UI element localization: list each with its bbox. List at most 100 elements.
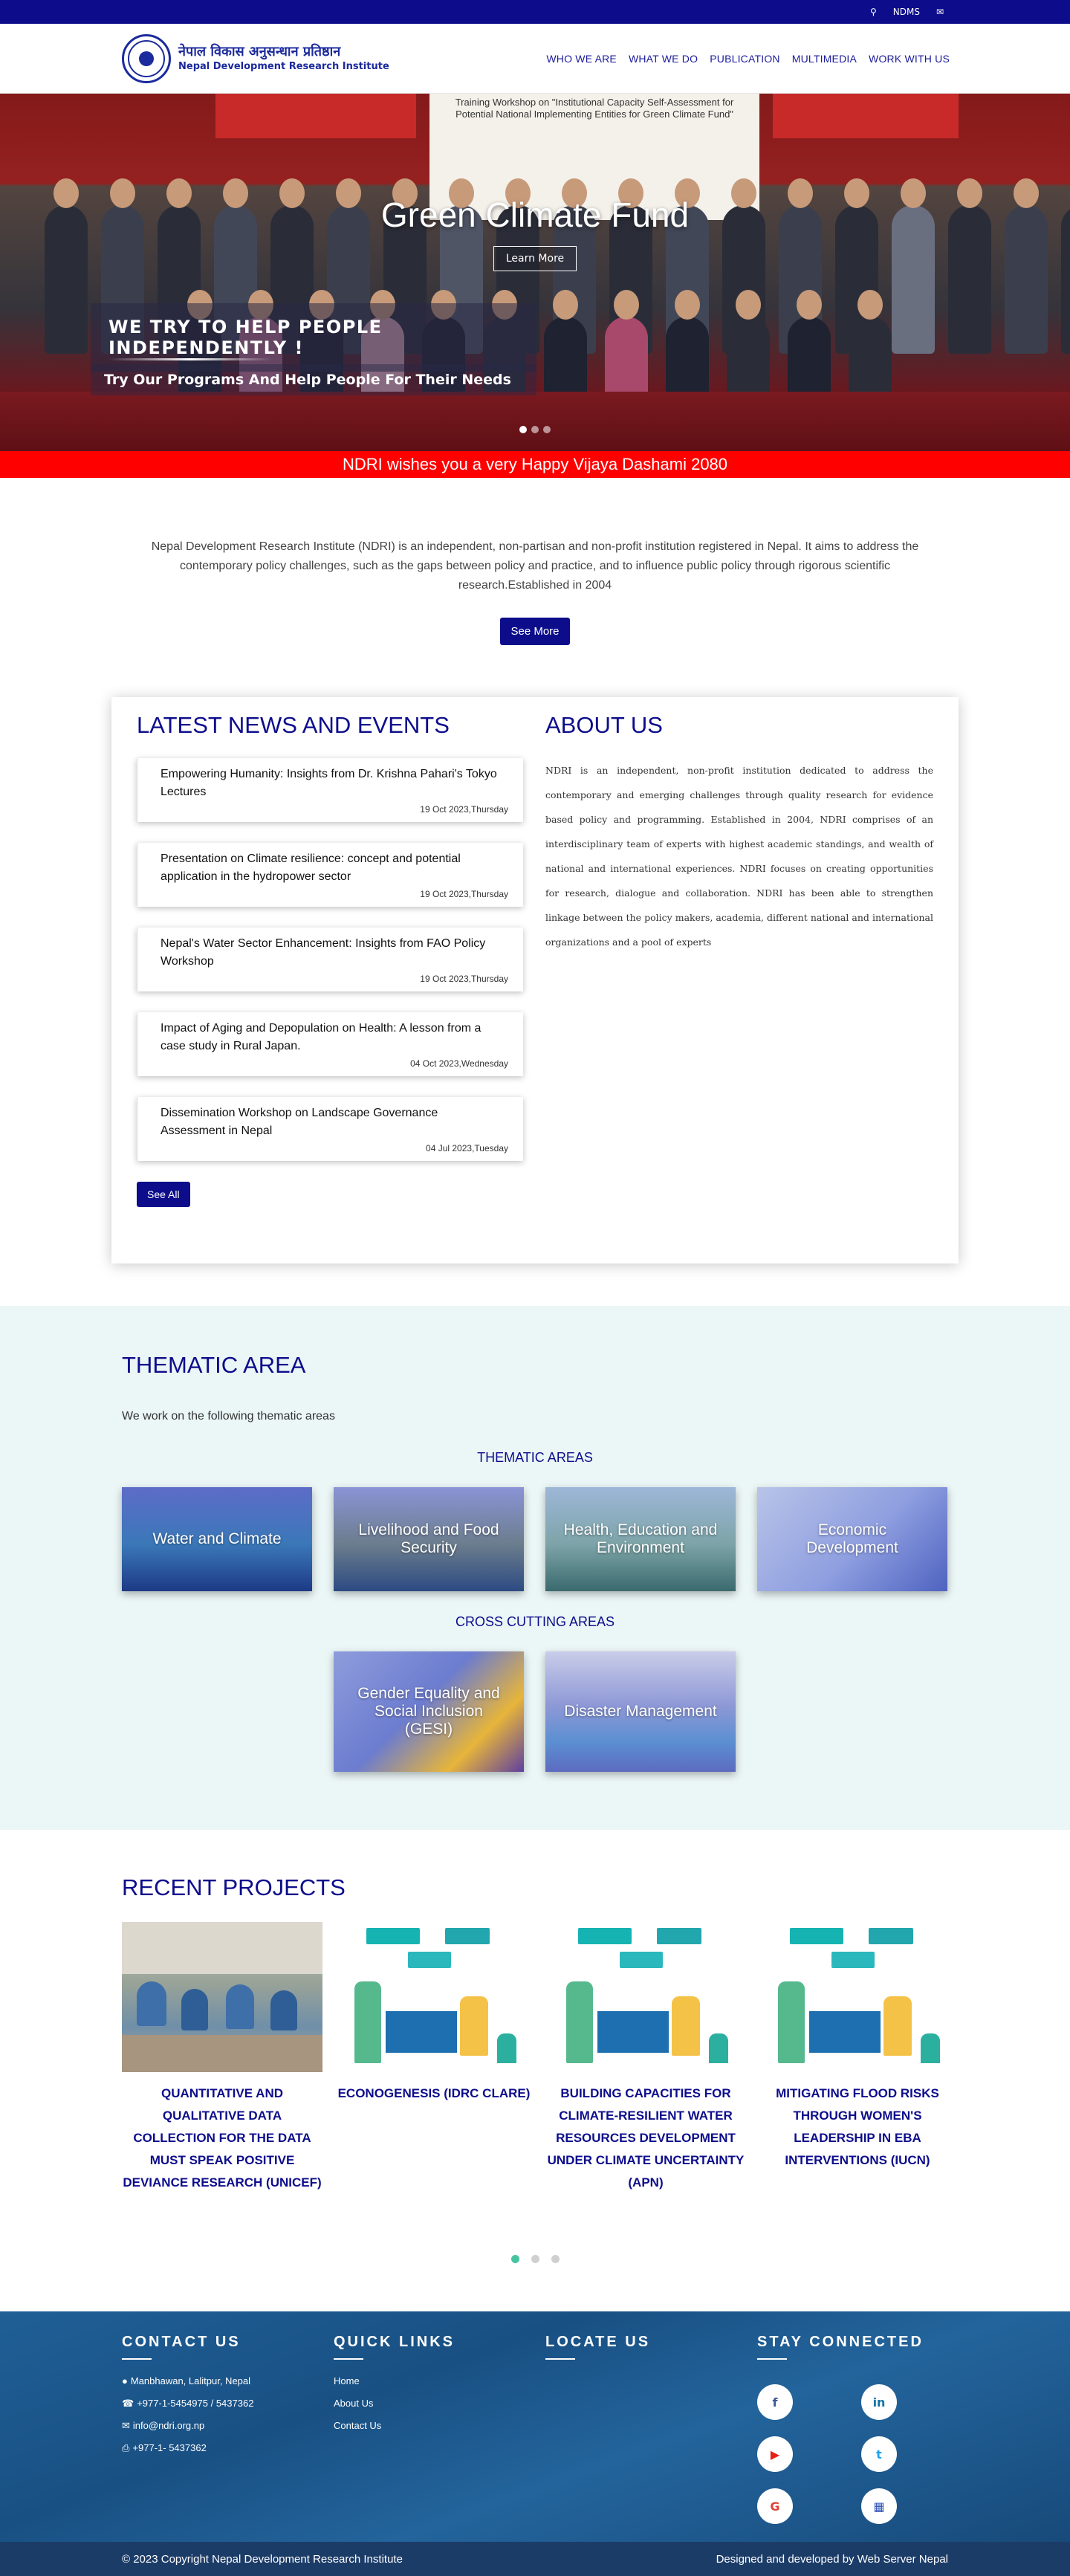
thematic-tile-disaster[interactable]: Disaster Management <box>545 1651 736 1772</box>
thematic-subtitle: We work on the following thematic areas <box>122 1410 335 1423</box>
news-about-card: LATEST NEWS AND EVENTS Empowering Humani… <box>111 697 959 1263</box>
hero-divider <box>108 358 272 360</box>
mail-icon[interactable]: ✉ <box>936 7 944 17</box>
carousel-dot[interactable] <box>531 426 539 433</box>
hero-title: Green Climate Fund <box>380 195 690 234</box>
footer-phone[interactable]: +977-1-5454975 / 5437362 <box>137 2392 253 2415</box>
about-section: ABOUT US NDRI is an independent, non-pro… <box>545 712 933 954</box>
project-illustration[interactable] <box>757 1922 958 2072</box>
project-card[interactable]: ECONOGENESIS (IDRC CLARE) <box>334 1922 534 2105</box>
nav-multimedia[interactable]: MULTIMEDIA <box>792 53 857 65</box>
top-utility-bar: ⚲ NDMS ✉ <box>0 0 1070 24</box>
thematic-tile-gesi[interactable]: Gender Equality and Social Inclusion (GE… <box>334 1651 524 1772</box>
footer-fax: +977-1- 5437362 <box>132 2442 207 2453</box>
hero-workshop-banner-text: Training Workshop on "Institutional Capa… <box>455 97 734 120</box>
linkedin-icon[interactable]: in <box>861 2384 897 2420</box>
envelope-icon: ✉ <box>122 2420 130 2431</box>
project-illustration[interactable] <box>334 1922 534 2072</box>
footer-link-contact[interactable]: Contact Us <box>334 2415 455 2437</box>
projects-carousel-indicators <box>0 2255 1070 2263</box>
latest-news-section: LATEST NEWS AND EVENTS Empowering Humani… <box>137 712 523 1207</box>
developer-credit[interactable]: Designed and developed by Web Server Nep… <box>716 2553 948 2566</box>
footer-links-title: QUICK LINKS <box>334 2334 455 2350</box>
news-item[interactable]: Nepal's Water Sector Enhancement: Insigh… <box>137 928 523 991</box>
see-all-news-button[interactable]: See All <box>137 1182 190 1207</box>
footer-locate-us: LOCATE US <box>545 2334 650 2370</box>
hero-subheading: Try Our Programs And Help People For The… <box>91 364 536 395</box>
footer-email[interactable]: info@ndri.org.np <box>133 2415 204 2437</box>
news-item-title[interactable]: Nepal's Water Sector Enhancement: Insigh… <box>160 935 501 971</box>
project-card[interactable]: QUANTITATIVE AND QUALITATIVE DATA COLLEC… <box>122 1922 322 2194</box>
thematic-tile-health-education[interactable]: Health, Education and Environment <box>545 1487 736 1591</box>
news-item[interactable]: Dissemination Workshop on Landscape Gove… <box>137 1097 523 1161</box>
hero-backdrop-panel <box>773 94 959 138</box>
footer-link-home[interactable]: Home <box>334 2370 455 2392</box>
logo-english-name: Nepal Development Research Institute <box>178 60 389 72</box>
news-list: Empowering Humanity: Insights from Dr. K… <box>137 758 523 1161</box>
carousel-dot[interactable] <box>531 2255 539 2263</box>
news-item[interactable]: Presentation on Climate resilience: conc… <box>137 843 523 907</box>
about-text: NDRI is an independent, non-profit insti… <box>545 765 933 948</box>
site-logo[interactable]: नेपाल विकास अनुसन्धान प्रतिष्ठान Nepal D… <box>122 33 389 83</box>
hero-carousel-indicators <box>0 426 1070 433</box>
projects-title: RECENT PROJECTS <box>122 1874 346 1900</box>
news-item[interactable]: Empowering Humanity: Insights from Dr. K… <box>137 758 523 822</box>
recent-projects-section: RECENT PROJECTS QUANTITATIVE AND QUALITA… <box>0 1830 1070 2311</box>
project-photo[interactable] <box>122 1922 322 2072</box>
footer-bottom-bar: © 2023 Copyright Nepal Development Resea… <box>0 2542 1070 2576</box>
logo-text: नेपाल विकास अनुसन्धान प्रतिष्ठान Nepal D… <box>178 44 389 73</box>
about-title: ABOUT US <box>545 712 663 738</box>
project-title[interactable]: QUANTITATIVE AND QUALITATIVE DATA COLLEC… <box>122 2083 322 2194</box>
hero-heading: WE TRY TO HELP PEOPLE INDEPENDENTLY ! <box>91 303 536 372</box>
project-title[interactable]: BUILDING CAPACITIES FOR CLIMATE-RESILIEN… <box>545 2083 746 2194</box>
news-item-title[interactable]: Impact of Aging and Depopulation on Heal… <box>160 1020 501 1055</box>
nav-what-we-do[interactable]: WHAT WE DO <box>629 53 698 65</box>
google-icon[interactable]: G <box>757 2488 793 2524</box>
carousel-dot[interactable] <box>510 2255 519 2263</box>
hero-learn-more-button[interactable]: Learn More <box>493 246 577 271</box>
hero-photo-chairs <box>0 392 1070 451</box>
microsoft-icon[interactable]: ▦ <box>861 2488 897 2524</box>
thematic-area-section: THEMATIC AREA We work on the following t… <box>0 1306 1070 1830</box>
cross-cutting-heading: CROSS CUTTING AREAS <box>455 1614 615 1629</box>
search-icon[interactable]: ⚲ <box>870 7 877 17</box>
project-title[interactable]: ECONOGENESIS (IDRC CLARE) <box>334 2083 534 2105</box>
site-header: नेपाल विकास अनुसन्धान प्रतिष्ठान Nepal D… <box>0 24 1070 94</box>
project-card[interactable]: BUILDING CAPACITIES FOR CLIMATE-RESILIEN… <box>545 1922 746 2194</box>
nav-publication[interactable]: PUBLICATION <box>710 53 780 65</box>
carousel-dot[interactable] <box>551 2255 560 2263</box>
project-card[interactable]: MITIGATING FLOOD RISKS THROUGH WOMEN'S L… <box>757 1922 958 2172</box>
news-item-date: 19 Oct 2023,Thursday <box>420 804 508 815</box>
main-nav: WHO WE ARE WHAT WE DO PUBLICATION MULTIM… <box>546 53 950 65</box>
twitter-icon[interactable]: t <box>861 2436 897 2472</box>
intro-text: Nepal Development Research Institute (ND… <box>151 540 919 592</box>
thematic-tile-livelihood[interactable]: Livelihood and Food Security <box>334 1487 524 1591</box>
news-item-date: 19 Oct 2023,Thursday <box>420 974 508 984</box>
hero-caption: WE TRY TO HELP PEOPLE INDEPENDENTLY ! Tr… <box>83 303 536 395</box>
news-item-title[interactable]: Dissemination Workshop on Landscape Gove… <box>160 1104 501 1140</box>
project-title[interactable]: MITIGATING FLOOD RISKS THROUGH WOMEN'S L… <box>757 2083 958 2172</box>
footer-social: STAY CONNECTED f in ▶ t G ▦ <box>757 2334 950 2527</box>
news-item-title[interactable]: Presentation on Climate resilience: conc… <box>160 850 501 886</box>
hero-backdrop-panel <box>215 94 416 138</box>
carousel-dot[interactable] <box>519 426 527 433</box>
footer-link-about[interactable]: About Us <box>334 2392 455 2415</box>
news-item[interactable]: Impact of Aging and Depopulation on Heal… <box>137 1012 523 1076</box>
footer-quick-links: QUICK LINKS Home About Us Contact Us <box>334 2334 455 2437</box>
see-more-button[interactable]: See More <box>500 618 570 645</box>
nav-who-we-are[interactable]: WHO WE ARE <box>546 53 617 65</box>
site-footer: CONTACT US ● Manbhawan, Lalitpur, Nepal ☎… <box>0 2311 1070 2542</box>
map-marker-icon: ● <box>122 2375 128 2386</box>
thematic-tile-water-climate[interactable]: Water and Climate <box>122 1487 312 1591</box>
facebook-icon[interactable]: f <box>757 2384 793 2420</box>
news-item-date: 04 Jul 2023,Tuesday <box>426 1143 508 1153</box>
news-item-title[interactable]: Empowering Humanity: Insights from Dr. K… <box>160 766 501 801</box>
footer-address: Manbhawan, Lalitpur, Nepal <box>130 2375 251 2386</box>
project-illustration[interactable] <box>545 1922 746 2072</box>
thematic-tile-economic[interactable]: Economic Development <box>757 1487 947 1591</box>
carousel-dot[interactable] <box>543 426 551 433</box>
nav-work-with-us[interactable]: WORK WITH US <box>869 53 950 65</box>
ndms-link[interactable]: NDMS <box>893 7 920 17</box>
announcement-marquee: NDRI wishes you a very Happy Vijaya Dash… <box>0 451 1070 478</box>
youtube-icon[interactable]: ▶ <box>757 2436 793 2472</box>
